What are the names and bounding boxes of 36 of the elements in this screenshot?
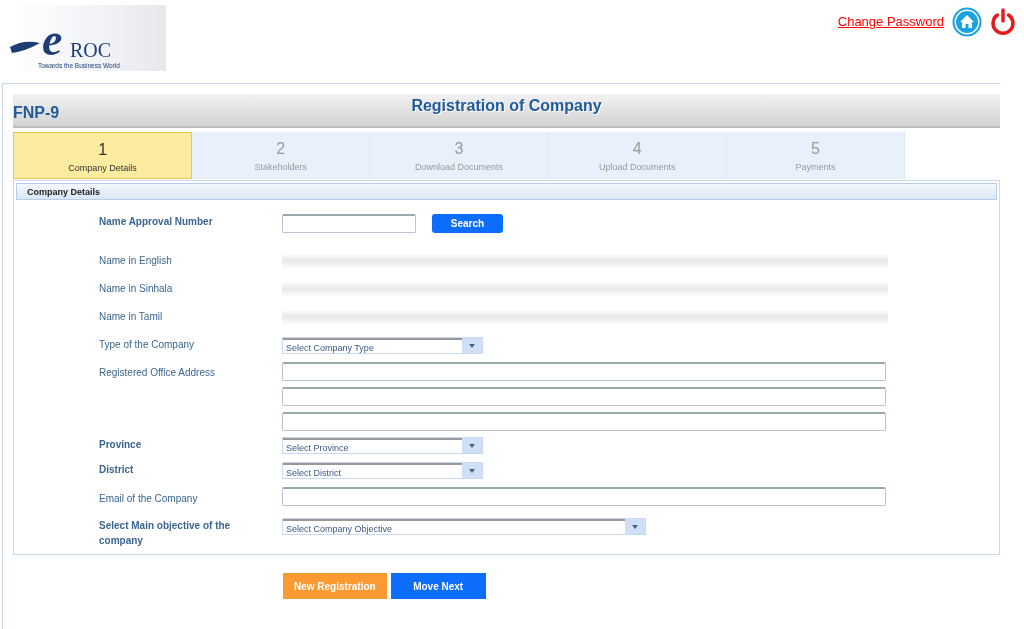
power-icon[interactable] [990,8,1016,36]
step-tab[interactable]: 4 Upload Documents [548,132,727,179]
section-header: Company Details [16,183,997,200]
step-tab[interactable]: 1 Company Details [13,132,193,179]
step-tab[interactable]: 5 Payments [726,132,905,179]
field-label: Province [99,438,143,452]
home-icon[interactable] [952,7,982,37]
search-button[interactable]: Search [432,214,503,233]
caret-icon [469,443,475,448]
caret-icon [632,524,638,529]
text-input[interactable] [282,214,416,233]
field-label: Name in Sinhala [99,282,174,296]
field-label: Name in Tamil [99,310,164,324]
field-label: Type of the Company [99,338,196,352]
field-label: Select Main objective of the company [99,519,232,546]
text-input[interactable] [282,362,886,381]
dropdown[interactable]: Select Company Objective [282,518,646,535]
caret-icon [469,468,475,473]
field-label: Name in English [99,254,173,268]
form-code: FNP-9 [13,103,60,123]
page-title: Registration of Company [411,97,602,114]
field-label: Registered Office Address [99,366,216,380]
caret-icon [469,343,475,348]
dropdown[interactable]: Select Province [282,437,483,454]
change-password-link[interactable]: Change Password [837,12,944,32]
action-button[interactable]: Move Next [390,573,486,599]
text-input[interactable] [282,387,886,406]
text-input[interactable] [282,412,886,431]
field-label: Name Approval Number [99,215,214,229]
step-tab[interactable]: 2 Stakeholders [192,132,371,179]
step-tab[interactable]: 3 Download Documents [370,132,549,179]
dropdown[interactable]: Select District [282,462,483,479]
field-label: Email of the Company [99,492,199,506]
field-label: District [99,463,135,477]
text-input[interactable] [282,487,886,506]
dropdown[interactable]: Select Company Type [282,337,483,354]
